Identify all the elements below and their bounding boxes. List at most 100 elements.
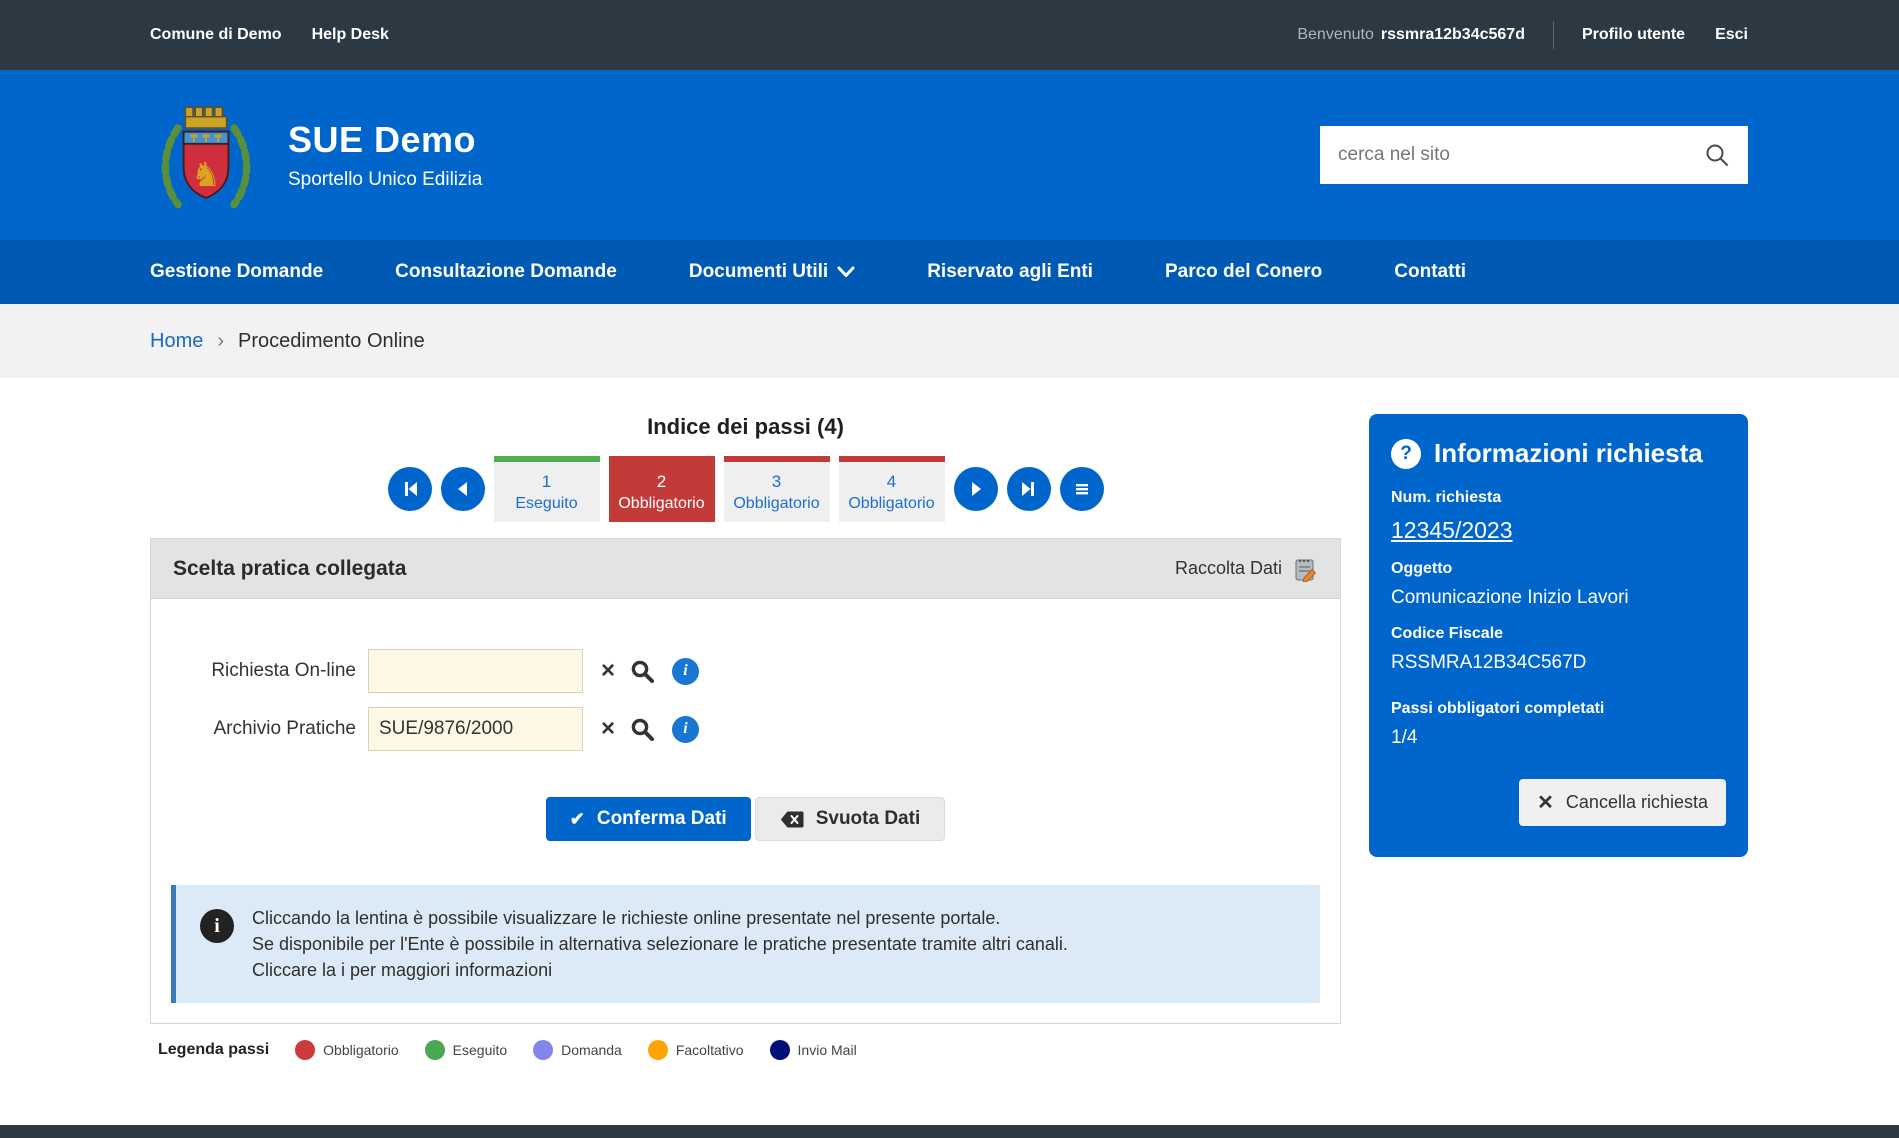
richiesta-online-row: Richiesta On-line × i: [151, 649, 1340, 693]
steps-index-title: Indice dei passi (4): [150, 414, 1341, 440]
sidepanel-title: Informazioni richiesta: [1434, 438, 1703, 469]
step-4[interactable]: 4 Obbligatorio: [839, 456, 945, 522]
site-search: [1320, 126, 1748, 184]
panel-title: Scelta pratica collegata: [173, 557, 406, 581]
main-content: Indice dei passi (4) 1 Eseguito 2 Obblig…: [0, 378, 1899, 1125]
lookup-search-button[interactable]: [629, 716, 656, 743]
check-icon: ✔: [570, 809, 585, 830]
site-title: SUE Demo: [288, 119, 482, 161]
scelta-pratica-panel: Scelta pratica collegata Raccolta Dati: [150, 538, 1341, 1024]
username-text: rssmra12b34c567d: [1381, 26, 1525, 44]
conferma-dati-button[interactable]: ✔ Conferma Dati: [546, 797, 751, 841]
nav-gestione-domande[interactable]: Gestione Domande: [150, 261, 323, 283]
legend-item-domanda: Domanda: [533, 1040, 622, 1060]
backspace-icon: [780, 811, 804, 828]
red-dot-icon: [295, 1040, 315, 1060]
archivio-pratiche-input[interactable]: [368, 707, 583, 751]
main-navigation: Gestione Domande Consultazione Domande D…: [0, 240, 1899, 304]
purple-dot-icon: [533, 1040, 553, 1060]
skip-last-icon: [1020, 480, 1038, 498]
step-1[interactable]: 1 Eseguito: [494, 456, 600, 522]
info-icon[interactable]: i: [672, 658, 699, 685]
skip-first-icon: [401, 480, 419, 498]
breadcrumb-home-link[interactable]: Home: [150, 330, 203, 353]
steps-legend: Legenda passi Obbligatorio Eseguito Doma…: [150, 1040, 1341, 1060]
topbar-link-comune[interactable]: Comune di Demo: [150, 26, 282, 44]
info-icon[interactable]: i: [672, 716, 699, 743]
logout-link[interactable]: Esci: [1715, 26, 1748, 44]
info-message-box: i Cliccando la lentina è possibile visua…: [171, 885, 1320, 1003]
info-line-1: Cliccando la lentina è possibile visuali…: [252, 905, 1068, 931]
codice-fiscale-value: RSSMRA12B34C567D: [1391, 652, 1726, 674]
info-line-3: Cliccare la i per maggiori informazioni: [252, 957, 1068, 983]
breadcrumb: Home › Procedimento Online: [0, 304, 1899, 378]
legend-title: Legenda passi: [158, 1041, 269, 1059]
memo-icon: [1292, 556, 1318, 582]
num-richiesta-link[interactable]: 12345/2023: [1391, 517, 1513, 544]
topbar-link-helpdesk[interactable]: Help Desk: [312, 26, 389, 44]
raccolta-dati-action[interactable]: Raccolta Dati: [1175, 556, 1318, 582]
topbar-divider: [1553, 21, 1554, 49]
info-line-2: Se disponibile per l'Ente è possibile in…: [252, 931, 1068, 957]
search-icon: [1704, 142, 1730, 168]
step-prev-button[interactable]: [441, 467, 485, 511]
step-2[interactable]: 2 Obbligatorio: [609, 456, 715, 522]
passi-completati-label: Passi obbligatori completati: [1391, 700, 1726, 718]
archivio-pratiche-label: Archivio Pratiche: [151, 718, 356, 740]
svuota-dati-button[interactable]: Svuota Dati: [755, 797, 946, 841]
legend-item-facoltativo: Facoltativo: [648, 1040, 744, 1060]
site-header: ♞ SUE Demo Sportello Unico Edilizia: [0, 70, 1899, 240]
legend-item-obbligatorio: Obbligatorio: [295, 1040, 399, 1060]
top-utility-bar: Comune di Demo Help Desk Benvenuto rssmr…: [0, 0, 1899, 70]
breadcrumb-current: Procedimento Online: [238, 330, 425, 353]
search-button[interactable]: [1704, 142, 1730, 168]
help-icon: ?: [1391, 439, 1421, 469]
oggetto-label: Oggetto: [1391, 560, 1726, 578]
step-next-button[interactable]: [954, 467, 998, 511]
orange-dot-icon: [648, 1040, 668, 1060]
green-dot-icon: [425, 1040, 445, 1060]
breadcrumb-separator: ›: [217, 330, 224, 353]
step-3[interactable]: 3 Obbligatorio: [724, 456, 830, 522]
stepper: 1 Eseguito 2 Obbligatorio 3 Obbligatorio…: [150, 456, 1341, 522]
step-first-button[interactable]: [388, 467, 432, 511]
delete-x-icon: ✕: [1537, 790, 1554, 815]
menu-icon: [1073, 480, 1091, 498]
clear-icon[interactable]: ×: [601, 659, 615, 683]
footer-top-strip: [0, 1125, 1899, 1138]
passi-completati-value: 1/4: [1391, 727, 1726, 749]
lookup-search-button[interactable]: [629, 658, 656, 685]
richiesta-online-input[interactable]: [368, 649, 583, 693]
nav-parco-conero[interactable]: Parco del Conero: [1165, 261, 1322, 283]
search-input[interactable]: [1338, 144, 1704, 166]
nav-documenti-utili[interactable]: Documenti Utili: [689, 261, 855, 283]
codice-fiscale-label: Codice Fiscale: [1391, 625, 1726, 643]
legend-item-invio-mail: Invio Mail: [770, 1040, 857, 1060]
clear-icon[interactable]: ×: [601, 717, 615, 741]
magnifier-icon: [629, 716, 656, 743]
nav-consultazione-domande[interactable]: Consultazione Domande: [395, 261, 617, 283]
archivio-pratiche-row: Archivio Pratiche × i: [151, 707, 1340, 751]
nav-contatti[interactable]: Contatti: [1394, 261, 1466, 283]
svg-text:♞: ♞: [191, 157, 221, 194]
site-subtitle: Sportello Unico Edilizia: [288, 169, 482, 191]
chevron-down-icon: [837, 266, 855, 278]
legend-item-eseguito: Eseguito: [425, 1040, 507, 1060]
nav-riservato-enti[interactable]: Riservato agli Enti: [927, 261, 1093, 283]
magnifier-icon: [629, 658, 656, 685]
next-icon: [967, 480, 985, 498]
profile-link[interactable]: Profilo utente: [1582, 26, 1685, 44]
richiesta-online-label: Richiesta On-line: [151, 660, 356, 682]
navy-dot-icon: [770, 1040, 790, 1060]
welcome-text: Benvenuto: [1297, 26, 1374, 44]
informazioni-richiesta-panel: ? Informazioni richiesta Num. richiesta …: [1369, 414, 1748, 857]
oggetto-value: Comunicazione Inizio Lavori: [1391, 587, 1726, 609]
prev-icon: [454, 480, 472, 498]
linked-practice-form: Richiesta On-line × i: [151, 599, 1340, 751]
step-menu-button[interactable]: [1060, 467, 1104, 511]
infobox-i-icon: i: [200, 909, 234, 943]
num-richiesta-label: Num. richiesta: [1391, 489, 1726, 507]
cancella-richiesta-button[interactable]: ✕ Cancella richiesta: [1519, 779, 1726, 826]
step-last-button[interactable]: [1007, 467, 1051, 511]
municipality-crest-logo: ♞: [150, 96, 262, 214]
